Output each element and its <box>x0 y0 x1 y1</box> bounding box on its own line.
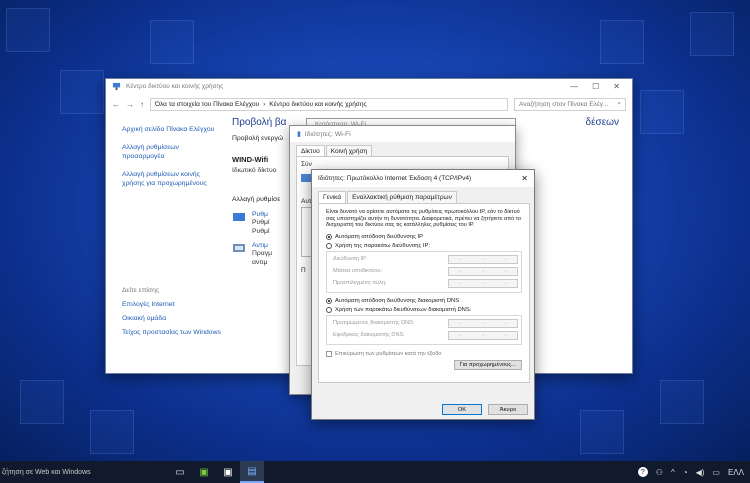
wifi-icon: ▮ <box>297 131 301 138</box>
default-gateway-label: Προεπιλεγμένη πύλη: <box>333 280 387 287</box>
auto-dns-label: Αυτόματη απόδοση διεύθυνσης διακομιστή D… <box>335 297 460 304</box>
auto-dns-radio[interactable] <box>326 297 332 304</box>
see-also-heading: Δείτε επίσης <box>122 287 160 294</box>
setup-connection-desc: Ρυθμί <box>252 219 270 226</box>
page-title: Προβολή βα <box>232 117 287 128</box>
manual-dns-radio[interactable] <box>326 306 332 313</box>
description-text: Είναι δυνατό να ορίσετε αυτόματα τις ρυθ… <box>326 209 522 229</box>
auto-ip-radio[interactable] <box>326 233 332 240</box>
volume-icon[interactable]: ◀) <box>696 468 705 477</box>
camtasia-recorder-icon[interactable]: ▣ <box>216 461 240 483</box>
sidebar: Αρχική σελίδα Πίνακα Ελέγχου Αλλαγή ρυθμ… <box>122 125 222 342</box>
preferred-dns-label: Προτιμώμενος διακομιστής DNS: <box>333 320 415 327</box>
preferred-dns-field[interactable]: ... <box>448 318 518 328</box>
validate-checkbox[interactable] <box>326 350 332 357</box>
dialog-footer: OK Άκυρο <box>442 404 528 415</box>
close-icon[interactable]: ✕ <box>613 82 620 91</box>
alternate-dns-field[interactable]: ... <box>448 330 518 340</box>
dialog-titlebar: Ιδιότητες: Πρωτόκολλο Internet Έκδοση 4 … <box>312 170 534 187</box>
dialog-title: Ιδιότητες: Wi-Fi <box>304 130 351 138</box>
maximize-icon[interactable]: ☐ <box>592 82 599 91</box>
wifi-tray-icon[interactable]: ◔ <box>683 468 688 477</box>
ip-address-label: Διεύθυνση IP: <box>333 256 368 263</box>
dialog-title: Ιδιότητες: Πρωτόκολλο Internet Έκδοση 4 … <box>318 175 472 182</box>
subnet-mask-label: Μάσκα υποδικτύου: <box>333 268 382 275</box>
setup-connection-link[interactable]: Ρυθμ <box>252 211 269 218</box>
network-icon <box>112 82 121 91</box>
cancel-button[interactable]: Άκυρο <box>488 404 528 415</box>
troubleshoot-desc: Πραγμ <box>252 250 273 257</box>
alternate-dns-label: Εφεδρικός διακομιστής DNS: <box>333 332 405 339</box>
taskbar: ζήτηση σε Web και Windows ▭ ▣ ▣ ▤ ? ⚇ ^ … <box>0 461 750 483</box>
advanced-button[interactable]: Για προχωρημένους... <box>453 359 522 370</box>
up-arrow-icon[interactable]: ↑ <box>140 100 144 109</box>
troubleshoot-desc: αντιμ <box>252 259 268 266</box>
auto-ip-option[interactable]: Αυτόματη απόδοση διεύθυνσης IP <box>326 233 522 240</box>
tab-general[interactable]: Γενικά <box>318 191 347 203</box>
manual-ip-label: Χρήση της παρακάτω διεύθυνσης IP: <box>335 242 431 249</box>
search-icon: ⌕ <box>617 100 621 107</box>
chevron-right-icon: › <box>263 100 266 108</box>
validate-on-exit-row: Επικύρωση των ρυθμίσεων κατά την έξοδο <box>326 350 522 357</box>
forward-arrow-icon[interactable]: → <box>126 100 134 109</box>
troubleshoot-icon <box>233 244 245 252</box>
sidebar-link-adapter-settings[interactable]: Αλλαγή ρυθμίσεων προσαρμογέα <box>122 143 222 161</box>
breadcrumb[interactable]: Όλα τα στοιχεία του Πίνακα Ελέγχου › Κέν… <box>150 97 508 111</box>
ipv4-properties-dialog: Ιδιότητες: Πρωτόκολλο Internet Έκδοση 4 … <box>311 169 535 420</box>
action-center-icon[interactable]: ▭ <box>712 468 720 477</box>
search-placeholder: Αναζήτηση στον Πίνακα Ελέγ... <box>519 100 609 108</box>
tab-strip: Γενικά Εναλλακτική ρύθμιση παραμέτρων <box>312 187 534 203</box>
manual-ip-option[interactable]: Χρήση της παρακάτω διεύθυνσης IP: <box>326 242 522 249</box>
sidebar-link-home[interactable]: Αρχική σελίδα Πίνακα Ελέγχου <box>122 125 222 134</box>
sidebar-link-homegroup[interactable]: Οικιακή ομάδα <box>122 314 222 323</box>
dialog-titlebar: ▮ Ιδιότητες: Wi-Fi <box>290 126 515 142</box>
setup-connection-desc: Ρυθμί <box>252 228 270 235</box>
breadcrumb-item[interactable]: Κέντρο δικτύου και κοινής χρήσης <box>269 101 366 108</box>
ip-settings-group: Διεύθυνση IP:... Μάσκα υποδικτύου:... Πρ… <box>326 250 522 293</box>
people-icon[interactable]: ⚇ <box>656 468 663 477</box>
window-title: Κέντρο δικτύου και κοινής χρήσης <box>126 83 224 90</box>
sidebar-link-advanced-sharing[interactable]: Αλλαγή ρυθμίσεων κοινής χρήσης για προχω… <box>122 170 222 188</box>
tab-alternate-config[interactable]: Εναλλακτική ρύθμιση παραμέτρων <box>347 191 457 203</box>
tab-strip: Δίκτυο Κοινή χρήση <box>290 142 515 157</box>
manual-dns-option[interactable]: Χρήση των παρακάτω διευθύνσεων διακομιστ… <box>326 306 522 313</box>
task-view-icon[interactable]: ▭ <box>168 461 192 483</box>
default-gateway-field[interactable]: ... <box>448 278 518 288</box>
auto-dns-option[interactable]: Αυτόματη απόδοση διεύθυνσης διακομιστή D… <box>326 297 522 304</box>
tab-panel: Είναι δυνατό να ορίσετε αυτόματα τις ρυθ… <box>318 203 530 383</box>
back-arrow-icon[interactable]: ← <box>112 100 120 109</box>
camtasia-icon[interactable]: ▣ <box>192 461 216 483</box>
page-title-tail: δέσεων <box>585 117 619 128</box>
minimize-icon[interactable]: — <box>570 82 578 91</box>
window-titlebar: Κέντρο δικτύου και κοινής χρήσης — ☐ ✕ <box>106 79 632 94</box>
ok-button[interactable]: OK <box>442 404 482 415</box>
troubleshoot-link[interactable]: Αντιμ <box>252 242 272 249</box>
taskbar-search[interactable]: ζήτηση σε Web και Windows <box>0 469 160 476</box>
auto-ip-label: Αυτόματη απόδοση διεύθυνσης IP <box>335 233 424 240</box>
network-center-taskbar-icon[interactable]: ▤ <box>240 461 264 483</box>
new-connection-icon <box>233 213 245 221</box>
manual-dns-label: Χρήση των παρακάτω διευθύνσεων διακομιστ… <box>335 306 472 313</box>
close-icon[interactable]: ✕ <box>521 174 528 183</box>
breadcrumb-item[interactable]: Όλα τα στοιχεία του Πίνακα Ελέγχου <box>155 101 259 108</box>
sidebar-link-firewall[interactable]: Τείχος προστασίας των Windows <box>122 328 222 337</box>
help-icon[interactable]: ? <box>637 467 648 477</box>
dns-settings-group: Προτιμώμενος διακομιστής DNS:... Εφεδρικ… <box>326 314 522 345</box>
subnet-mask-field[interactable]: ... <box>448 266 518 276</box>
address-bar-row: ← → ↑ Όλα τα στοιχεία του Πίνακα Ελέγχου… <box>106 94 632 114</box>
ip-address-field[interactable]: ... <box>448 254 518 264</box>
system-tray: ? ⚇ ^ ◔ ◀) ▭ ΕΛΛ <box>637 467 750 477</box>
validate-label: Επικύρωση των ρυθμίσεων κατά την έξοδο <box>335 350 442 357</box>
show-hidden-icons-icon[interactable]: ^ <box>671 468 675 477</box>
language-indicator[interactable]: ΕΛΛ <box>728 468 744 477</box>
sidebar-link-internet-options[interactable]: Επιλογές Internet <box>122 300 222 309</box>
manual-ip-radio[interactable] <box>326 242 332 249</box>
search-input[interactable]: Αναζήτηση στον Πίνακα Ελέγ... ⌕ <box>514 97 626 111</box>
